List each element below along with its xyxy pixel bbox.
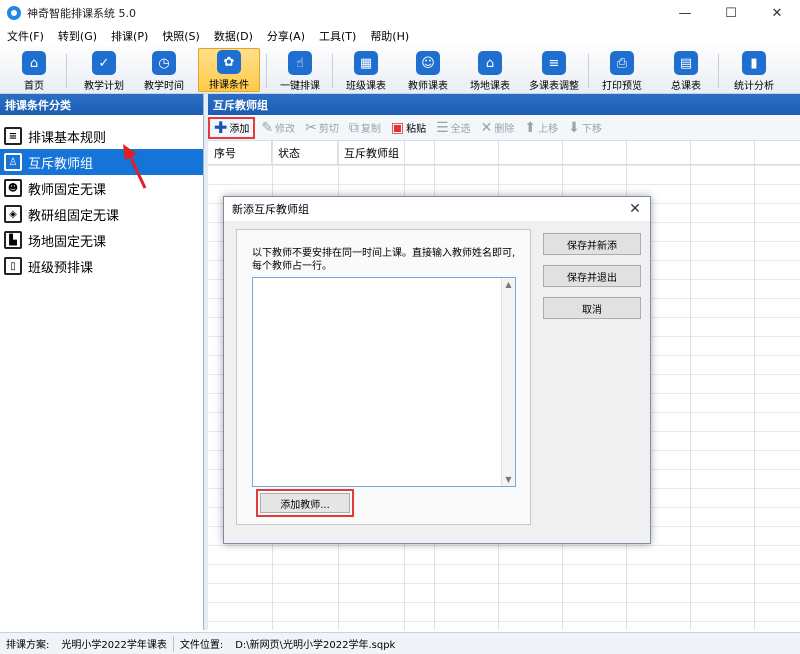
edit-button[interactable]: ✎ 修改 [257, 117, 299, 139]
menu-tools[interactable]: 工具(T) [312, 28, 363, 44]
toolbar-class-schedule-button[interactable]: ▦ 班级课表 [340, 48, 392, 92]
toolbar-teacher-schedule-button[interactable]: ☺ 教师课表 [402, 48, 454, 92]
clock-icon: ◷ [152, 51, 176, 75]
paste-icon: ▣ [390, 119, 405, 136]
toolbar-venue-schedule-button[interactable]: ⌂ 场地课表 [464, 48, 516, 92]
mutex-group-icon: ♙ [4, 153, 22, 171]
master-schedule-icon: ▤ [674, 51, 698, 75]
adjust-icon: ≡ [542, 51, 566, 75]
cube-icon: ◈ [4, 205, 22, 223]
menu-help[interactable]: 帮助(H) [363, 28, 416, 44]
arrow-up-icon: ⬆ [524, 119, 537, 136]
teacher-schedule-icon: ☺ [416, 51, 440, 75]
category-basic-rules[interactable]: ≡ 排课基本规则 [0, 123, 203, 149]
plan-value: 光明小学2022学年课表 [61, 640, 167, 651]
toolbar-statistics-button[interactable]: ▮ 统计分析 [726, 48, 782, 92]
title-bar: 神奇智能排课系统 5.0 — ☐ ✕ [0, 0, 800, 26]
mutex-actions-toolbar: ✚ 添加 ✎ 修改 ✂ 剪切 ⧉ 复制 ▣ 粘贴 ☰ 全选 ✕ 删除 ⬆ 上移 [208, 115, 800, 141]
teacher-names-textarea[interactable]: ▲ ▼ [252, 277, 516, 487]
conditions-category-pane: 排课条件分类 ≡ 排课基本规则 ♙ 互斥教师组 ☻ 教师固定无课 ◈ 教研组固定… [0, 94, 204, 630]
toolbar-teaching-plan-button[interactable]: ✓ 教学计划 [78, 48, 130, 92]
table-header: 序号 状态 互斥教师组 [208, 141, 800, 165]
category-mutex-teacher-group[interactable]: ♙ 互斥教师组 [0, 149, 203, 175]
toolbar-teaching-time-button[interactable]: ◷ 教学时间 [138, 48, 190, 92]
menu-schedule[interactable]: 排课(P) [104, 28, 155, 44]
textarea-scrollbar[interactable]: ▲ ▼ [501, 278, 515, 486]
paste-button[interactable]: ▣ 粘贴 [387, 117, 430, 139]
pencil-icon: ✎ [261, 119, 274, 136]
menu-file[interactable]: 文件(F) [0, 28, 51, 44]
venue-block-icon: ▙ [4, 231, 22, 249]
chart-icon: ▮ [742, 51, 766, 75]
home-icon: ⌂ [22, 51, 46, 75]
column-header-status[interactable]: 状态 [272, 141, 338, 164]
column-header-group[interactable]: 互斥教师组 [338, 141, 800, 164]
maximize-button[interactable]: ☐ [708, 0, 754, 26]
annotation-arrow-icon [123, 144, 147, 189]
conditions-icon: ✿ [217, 50, 241, 74]
delete-button[interactable]: ✕ 删除 [477, 117, 519, 139]
move-down-button[interactable]: ⬇ 下移 [564, 117, 606, 139]
plan-label: 排课方案: [6, 640, 50, 651]
cut-button[interactable]: ✂ 剪切 [301, 117, 343, 139]
dialog-close-icon[interactable]: ✕ [626, 200, 644, 218]
file-label: 文件位置: [179, 640, 224, 651]
copy-icon: ⧉ [348, 119, 359, 136]
add-teacher-highlight: 添加教师... [256, 489, 354, 517]
printer-icon: ⎙ [610, 51, 634, 75]
app-logo-icon [7, 6, 21, 20]
menu-bar: 文件(F) 转到(G) 排课(P) 快照(S) 数据(D) 分享(A) 工具(T… [0, 26, 800, 46]
toolbar-conditions-button[interactable]: ✿ 排课条件 [198, 48, 260, 92]
category-venue-fixed-off[interactable]: ▙ 场地固定无课 [0, 227, 203, 253]
copy-button[interactable]: ⧉ 复制 [345, 117, 385, 139]
clipboard-icon: ✓ [92, 51, 116, 75]
category-class-pre-schedule[interactable]: ▯ 班级预排课 [0, 253, 203, 279]
add-teacher-button[interactable]: 添加教师... [260, 493, 350, 513]
file-path: D:\新网页\光明小学2022学年.sqpk [235, 640, 396, 651]
rules-icon: ≡ [4, 127, 22, 145]
save-and-new-button[interactable]: 保存并新添 [543, 233, 641, 255]
save-and-exit-button[interactable]: 保存并退出 [543, 265, 641, 287]
status-bar: 排课方案: 光明小学2022学年课表 文件位置: D:\新网页\光明小学2022… [0, 632, 800, 654]
book-icon: ▯ [4, 257, 22, 275]
scroll-down-icon[interactable]: ▼ [505, 475, 511, 484]
close-window-button[interactable]: ✕ [754, 0, 800, 26]
arrow-down-icon: ⬇ [568, 119, 580, 136]
add-button[interactable]: ✚ 添加 [208, 116, 256, 139]
move-up-button[interactable]: ⬆ 上移 [520, 117, 562, 139]
select-all-button[interactable]: ☰ 全选 [432, 117, 475, 139]
venue-icon: ⌂ [478, 51, 502, 75]
toolbar-auto-schedule-button[interactable]: ☝ 一键排课 [274, 48, 326, 92]
toolbar-print-preview-button[interactable]: ⎙ 打印预览 [596, 48, 648, 92]
cancel-button[interactable]: 取消 [543, 297, 641, 319]
minimize-button[interactable]: — [662, 0, 708, 26]
dialog-instructions: 以下教师不要安排在同一时间上课。直接输入教师姓名即可, 每个教师占一行。 [252, 248, 516, 272]
scissors-icon: ✂ [305, 119, 317, 136]
menu-data[interactable]: 数据(D) [207, 28, 260, 44]
mutex-pane-header: 互斥教师组 [208, 94, 800, 115]
new-mutex-group-dialog: 新添互斥教师组 ✕ 以下教师不要安排在同一时间上课。直接输入教师姓名即可, 每个… [223, 196, 651, 544]
teacher-icon: ☻ [4, 179, 22, 197]
calendar-icon: ▦ [354, 51, 378, 75]
hand-click-icon: ☝ [288, 51, 312, 75]
menu-share[interactable]: 分享(A) [260, 28, 312, 44]
column-header-index[interactable]: 序号 [208, 141, 272, 164]
toolbar-home-button[interactable]: ⌂ 首页 [14, 48, 54, 92]
toolbar-multi-adjust-button[interactable]: ≡ 多课表调整 [526, 48, 582, 92]
category-teacher-fixed-off[interactable]: ☻ 教师固定无课 [0, 175, 203, 201]
menu-goto[interactable]: 转到(G) [51, 28, 104, 44]
menu-snapshot[interactable]: 快照(S) [155, 28, 207, 44]
plus-icon: ✚ [214, 118, 228, 137]
dialog-title: 新添互斥教师组 [224, 197, 650, 221]
category-pane-header: 排课条件分类 [0, 94, 203, 115]
scroll-up-icon[interactable]: ▲ [505, 280, 511, 289]
window-title: 神奇智能排课系统 5.0 [27, 7, 136, 20]
delete-icon: ✕ [480, 119, 493, 136]
toolbar-master-schedule-button[interactable]: ▤ 总课表 [662, 48, 710, 92]
select-all-icon: ☰ [436, 119, 449, 136]
main-toolbar: ⌂ 首页 ✓ 教学计划 ◷ 教学时间 ✿ 排课条件 ☝ 一键排课 ▦ 班级课表 … [0, 46, 800, 94]
category-research-group-fixed-off[interactable]: ◈ 教研组固定无课 [0, 201, 203, 227]
